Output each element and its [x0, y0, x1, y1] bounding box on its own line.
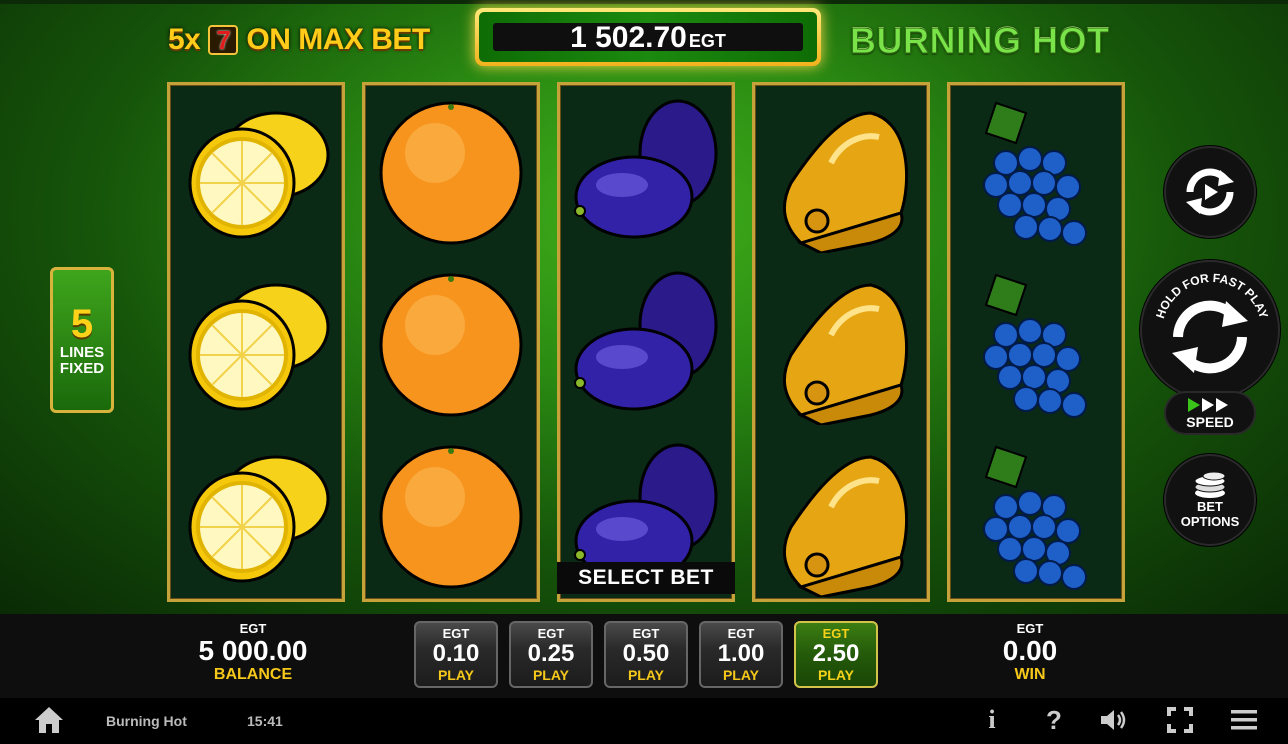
bell-icon: [755, 259, 927, 431]
autoplay-icon: [1186, 168, 1234, 216]
bet-options-label-1: BET: [1197, 499, 1223, 514]
home-button[interactable]: [33, 704, 65, 736]
bet-value: 0.25: [527, 639, 575, 667]
bet-play-label: PLAY: [817, 666, 855, 683]
promo-text: ON MAX BET: [246, 23, 430, 56]
game-stage: 5x 7 ON MAX BET 1 502.70 EGT BURNING HOT…: [0, 0, 1288, 614]
footer-bar: Burning Hot 15:41 i ?: [0, 698, 1288, 744]
bet-value: 0.50: [622, 639, 670, 667]
bet-button-1-00[interactable]: EGT 1.00 PLAY: [699, 621, 783, 688]
game-title-logo: BURNING HOT: [850, 20, 1110, 62]
orange-icon: [365, 431, 537, 603]
plum-icon: [560, 259, 732, 431]
coins-icon: [1194, 471, 1226, 498]
win-value: 0.00: [1002, 635, 1058, 666]
balance-display: EGT 5 000.00 BALANCE: [183, 622, 323, 684]
speed-label: SPEED: [1186, 414, 1234, 430]
orange-icon: [365, 259, 537, 431]
seven-icon: 7: [208, 25, 239, 55]
lines-fixed-label: FIXED: [59, 360, 105, 377]
promo-multiplier: 5x: [168, 23, 201, 56]
autoplay-button[interactable]: [1164, 146, 1256, 238]
fast-forward-icon: [1188, 398, 1228, 412]
grapes-icon: [950, 87, 1122, 259]
bet-value: 0.10: [432, 639, 480, 667]
lemon-icon: [170, 431, 342, 603]
jackpot-display: 1 502.70 EGT: [475, 8, 821, 66]
info-button[interactable]: i: [976, 704, 1008, 736]
home-icon: [35, 707, 63, 733]
reel-1: [167, 82, 345, 602]
hold-fast-play-label: HOLD FOR FAST PLAY: [1153, 271, 1271, 320]
lemon-icon: [170, 259, 342, 431]
menu-button[interactable]: [1228, 704, 1260, 736]
bet-play-label: PLAY: [437, 666, 475, 683]
bet-button-0-10[interactable]: EGT 0.10 PLAY: [414, 621, 498, 688]
bet-currency: EGT: [442, 625, 470, 641]
balance-label: BALANCE: [213, 666, 293, 683]
reel-3: [557, 82, 735, 602]
bet-button-0-50[interactable]: EGT 0.50 PLAY: [604, 621, 688, 688]
jackpot-amount: 1 502.70: [570, 21, 687, 54]
lines-indicator: 5 LINES FIXED: [50, 267, 114, 413]
reel-2: [362, 82, 540, 602]
speaker-icon: [1101, 710, 1126, 730]
grapes-icon: [950, 431, 1122, 603]
help-icon: ?: [1046, 704, 1062, 735]
svg-text:HOLD FOR FAST PLAY: HOLD FOR FAST PLAY: [1153, 271, 1271, 320]
speed-button[interactable]: SPEED: [1164, 391, 1256, 435]
balance-currency: EGT: [239, 621, 267, 636]
bet-play-label: PLAY: [627, 666, 665, 683]
reel-4: [752, 82, 930, 602]
footer-clock: 15:41: [247, 713, 283, 729]
bet-options-label-2: OPTIONS: [1180, 514, 1240, 529]
win-label: WIN: [1014, 666, 1046, 683]
select-bet-banner: SELECT BET: [557, 562, 735, 594]
fullscreen-icon: [1167, 707, 1193, 733]
balance-value: 5 000.00: [198, 635, 308, 666]
footer-game-name: Burning Hot: [106, 713, 187, 729]
orange-icon: [365, 87, 537, 259]
reel-5: [947, 82, 1125, 602]
bet-value: 1.00: [717, 639, 765, 667]
bet-options-button[interactable]: BET OPTIONS: [1164, 454, 1256, 546]
bet-button-2-50[interactable]: EGT 2.50 PLAY: [794, 621, 878, 688]
grapes-icon: [950, 259, 1122, 431]
bet-play-label: PLAY: [722, 666, 760, 683]
help-button[interactable]: ?: [1038, 704, 1070, 736]
bell-icon: [755, 431, 927, 603]
lines-count: 5: [70, 302, 94, 346]
spin-button[interactable]: HOLD FOR FAST PLAY: [1140, 260, 1280, 400]
win-display: EGT 0.00 WIN: [980, 622, 1080, 684]
bet-button-0-25[interactable]: EGT 0.25 PLAY: [509, 621, 593, 688]
bet-currency: EGT: [822, 625, 850, 641]
sound-button[interactable]: [1098, 704, 1130, 736]
bet-currency: EGT: [632, 625, 660, 641]
bet-play-label: PLAY: [532, 666, 570, 683]
plum-icon: [560, 87, 732, 259]
fullscreen-button[interactable]: [1164, 704, 1196, 736]
jackpot-currency: EGT: [688, 31, 726, 51]
bet-currency: EGT: [537, 625, 565, 641]
hold-fast-play-text: HOLD FOR FAST PLAY: [1153, 271, 1271, 320]
bet-value: 2.50: [812, 639, 860, 667]
lemon-icon: [170, 87, 342, 259]
max-bet-promo: 5x 7 ON MAX BET: [168, 22, 430, 58]
win-currency: EGT: [1016, 621, 1044, 636]
hamburger-menu-icon: [1231, 710, 1257, 730]
lines-label: LINES: [59, 344, 105, 361]
info-icon: i: [988, 705, 996, 734]
bell-icon: [755, 87, 927, 259]
bet-currency: EGT: [727, 625, 755, 641]
